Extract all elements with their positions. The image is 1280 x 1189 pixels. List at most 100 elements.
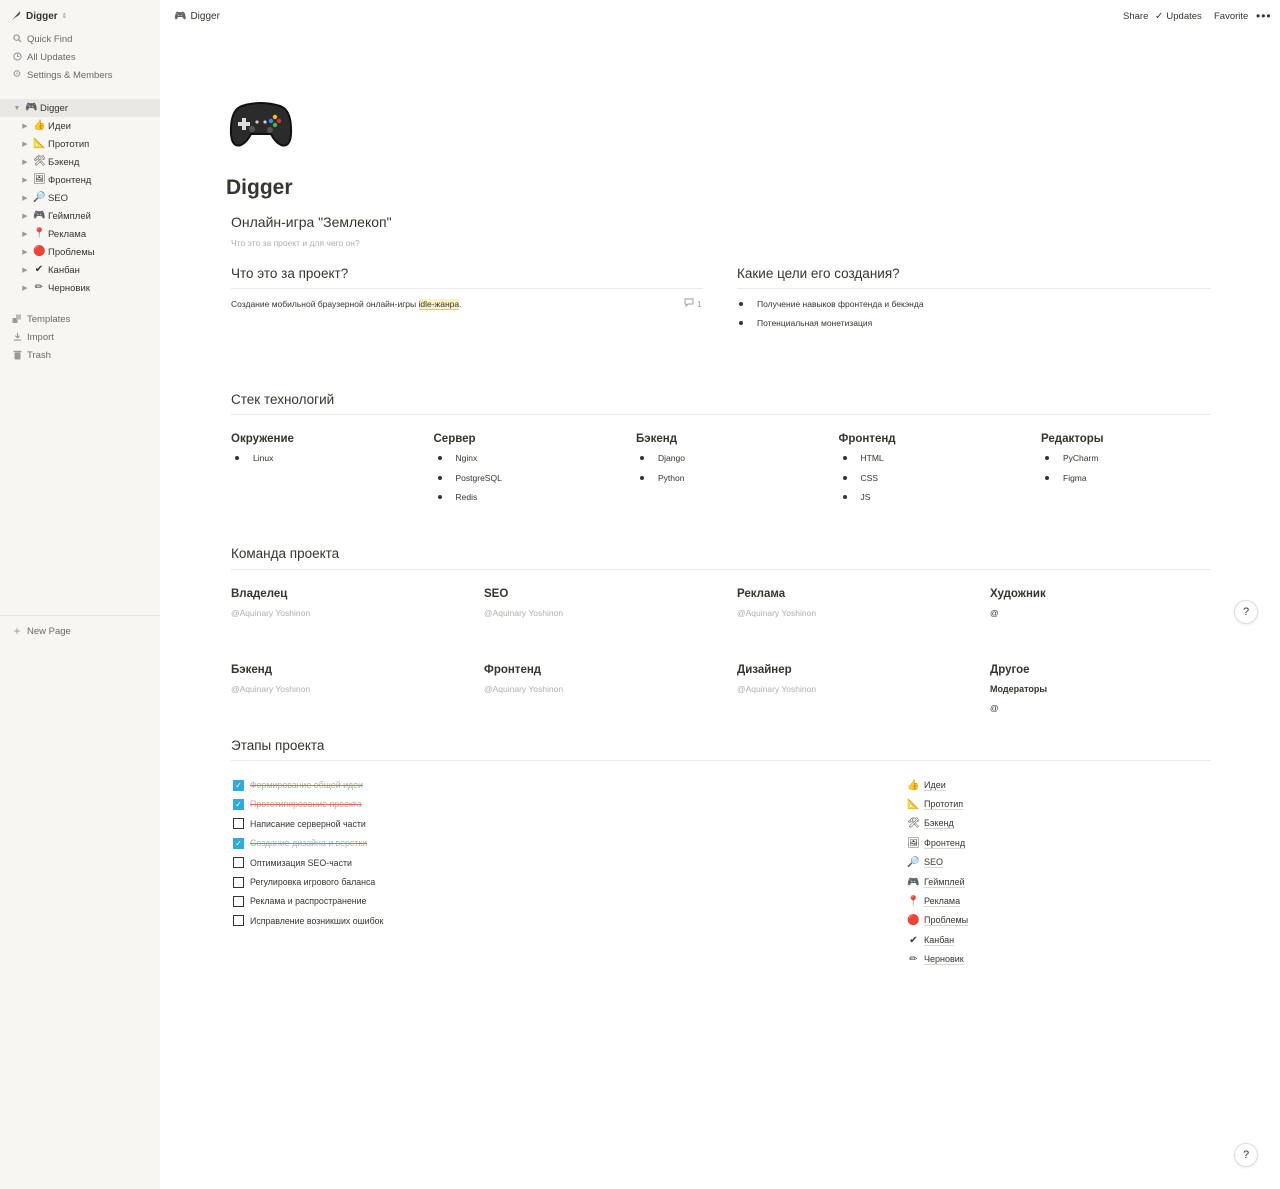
- sidebar-item-page[interactable]: ▶ 📍 Реклама: [0, 225, 160, 243]
- triangle-right-icon[interactable]: ▶: [20, 194, 30, 202]
- heading-goals[interactable]: Какие цели его создания?: [737, 266, 900, 281]
- todo-checkbox[interactable]: [233, 818, 244, 830]
- favorite-button[interactable]: Favorite: [1214, 9, 1248, 23]
- sidebar-item-page[interactable]: ▶ 🖼 Фронтенд: [0, 171, 160, 189]
- new-page-button[interactable]: + New Page: [0, 622, 160, 640]
- page-link[interactable]: ✔ Канбан: [907, 934, 955, 946]
- sidebar-item-page[interactable]: ▶ 🔎 SEO: [0, 189, 160, 207]
- todo-checkbox[interactable]: ✓: [233, 779, 244, 791]
- todo-checkbox[interactable]: [233, 895, 244, 907]
- team-mention[interactable]: @Aquinary Yoshinon: [484, 684, 563, 694]
- sidebar-item-page[interactable]: ▶ ✏ Черновик: [0, 279, 160, 297]
- nav-templates[interactable]: Templates: [0, 310, 160, 328]
- triangle-down-icon[interactable]: ▼: [12, 105, 22, 112]
- todo-label[interactable]: Формирование общей идеи: [250, 780, 363, 790]
- sidebar-item-page[interactable]: ▶ 📐 Прототип: [0, 135, 160, 153]
- nav-import[interactable]: Import: [0, 328, 160, 346]
- comment-indicator[interactable]: 1: [684, 298, 702, 309]
- list-item[interactable]: Redis: [432, 492, 478, 502]
- page-link[interactable]: 🔎 SEO: [907, 857, 944, 869]
- page-link[interactable]: 🛠 Бэкенд: [907, 818, 954, 830]
- stack-column-title[interactable]: Редакторы: [1041, 433, 1104, 445]
- nav-quick-find[interactable]: Quick Find: [0, 30, 160, 48]
- list-item[interactable]: Figma: [1039, 473, 1087, 483]
- list-item[interactable]: HTML: [837, 453, 884, 463]
- triangle-right-icon[interactable]: ▶: [20, 212, 30, 220]
- subtitle[interactable]: Что это за проект и для чего он?: [231, 238, 360, 248]
- list-item[interactable]: Потенциальная монетизация: [733, 318, 872, 328]
- page-link[interactable]: 📍 Реклама: [907, 895, 961, 907]
- sidebar-item-page[interactable]: ▶ 👍 Идеи: [0, 117, 160, 135]
- sidebar-item-page[interactable]: ▶ 🔴 Проблемы: [0, 243, 160, 261]
- triangle-right-icon[interactable]: ▶: [20, 122, 30, 130]
- sidebar-item-digger[interactable]: ▼ 🎮 Digger: [0, 99, 160, 117]
- list-item[interactable]: Linux: [229, 453, 273, 463]
- team-sublabel[interactable]: Модераторы: [990, 684, 1047, 694]
- page-link[interactable]: 📐 Прототип: [907, 798, 964, 810]
- nav-all-updates[interactable]: All Updates: [0, 48, 160, 66]
- sidebar-item-page[interactable]: ▶ ✔ Канбан: [0, 261, 160, 279]
- todo-label[interactable]: Реклама и распространение: [250, 896, 366, 906]
- list-item[interactable]: Nginx: [432, 453, 478, 463]
- main-heading[interactable]: Онлайн-игра "Землекоп": [231, 214, 392, 230]
- todo-checkbox[interactable]: [233, 876, 244, 888]
- nav-settings[interactable]: ⚙ Settings & Members: [0, 66, 160, 84]
- list-item[interactable]: Получение навыков фронтенда и бекэнда: [733, 299, 924, 309]
- triangle-right-icon[interactable]: ▶: [20, 230, 30, 238]
- stack-column-title[interactable]: Сервер: [434, 433, 476, 445]
- list-item[interactable]: Python: [634, 473, 684, 483]
- team-role-title[interactable]: Другое: [990, 664, 1030, 676]
- stack-column-title[interactable]: Окружение: [231, 433, 294, 445]
- heading-stages[interactable]: Этапы проекта: [231, 738, 324, 753]
- list-item[interactable]: PyCharm: [1039, 453, 1098, 463]
- team-mention[interactable]: @: [990, 608, 999, 618]
- triangle-right-icon[interactable]: ▶: [20, 248, 30, 256]
- todo-label[interactable]: Написание серверной части: [250, 819, 366, 829]
- help-button[interactable]: ?: [1234, 1143, 1258, 1167]
- team-mention[interactable]: @: [990, 703, 999, 713]
- highlighted-text[interactable]: idle-жанра: [418, 299, 460, 310]
- heading-what[interactable]: Что это за проект?: [231, 266, 348, 281]
- heading-team[interactable]: Команда проекта: [231, 546, 339, 561]
- todo-checkbox[interactable]: ✓: [233, 798, 244, 810]
- team-mention[interactable]: @Aquinary Yoshinon: [231, 608, 310, 618]
- breadcrumb[interactable]: 🎮 Digger: [174, 9, 220, 23]
- triangle-right-icon[interactable]: ▶: [20, 176, 30, 184]
- team-role-title[interactable]: Фронтенд: [484, 664, 541, 676]
- team-role-title[interactable]: Бэкенд: [231, 664, 272, 676]
- triangle-right-icon[interactable]: ▶: [20, 284, 30, 292]
- team-role-title[interactable]: Владелец: [231, 588, 287, 600]
- page-icon-gamepad[interactable]: [228, 100, 294, 154]
- list-item[interactable]: PostgreSQL: [432, 473, 502, 483]
- sidebar-item-page[interactable]: ▶ 🛠 Бэкенд: [0, 153, 160, 171]
- page-link[interactable]: 🖼 Фронтенд: [907, 837, 966, 849]
- share-button[interactable]: Share: [1123, 9, 1148, 23]
- page-title[interactable]: Digger: [226, 176, 293, 200]
- page-link[interactable]: 👍 Идеи: [907, 779, 946, 791]
- sidebar-item-page[interactable]: ▶ 🎮 Геймплей: [0, 207, 160, 225]
- team-role-title[interactable]: Дизайнер: [737, 664, 792, 676]
- todo-label[interactable]: Оптимизация SEO-части: [250, 858, 352, 868]
- page-link[interactable]: ✏ Черновик: [907, 954, 964, 966]
- todo-label[interactable]: Прототипирование проекта: [250, 799, 362, 809]
- todo-checkbox[interactable]: [233, 915, 244, 927]
- todo-label[interactable]: Регулировка игрового баланса: [250, 877, 375, 887]
- todo-label[interactable]: Исправление возникших ошибок: [250, 916, 383, 926]
- team-mention[interactable]: @Aquinary Yoshinon: [737, 684, 816, 694]
- workspace-switcher[interactable]: Digger ⇕: [10, 9, 68, 23]
- triangle-right-icon[interactable]: ▶: [20, 266, 30, 274]
- stack-column-title[interactable]: Бэкенд: [636, 433, 677, 445]
- list-item[interactable]: CSS: [837, 473, 878, 483]
- nav-trash[interactable]: Trash: [0, 346, 160, 364]
- list-item[interactable]: Django: [634, 453, 685, 463]
- page-link[interactable]: 🎮 Геймплей: [907, 876, 965, 888]
- todo-label[interactable]: Создание дизайна и верстки: [250, 838, 367, 848]
- todo-checkbox[interactable]: ✓: [233, 837, 244, 849]
- stack-column-title[interactable]: Фронтенд: [839, 433, 896, 445]
- more-icon[interactable]: •••: [1256, 9, 1272, 23]
- team-role-title[interactable]: SEO: [484, 588, 508, 600]
- team-role-title[interactable]: Художник: [990, 588, 1046, 600]
- list-item[interactable]: JS: [837, 492, 871, 502]
- updates-button[interactable]: ✓ Updates: [1155, 9, 1202, 23]
- team-mention[interactable]: @Aquinary Yoshinon: [231, 684, 310, 694]
